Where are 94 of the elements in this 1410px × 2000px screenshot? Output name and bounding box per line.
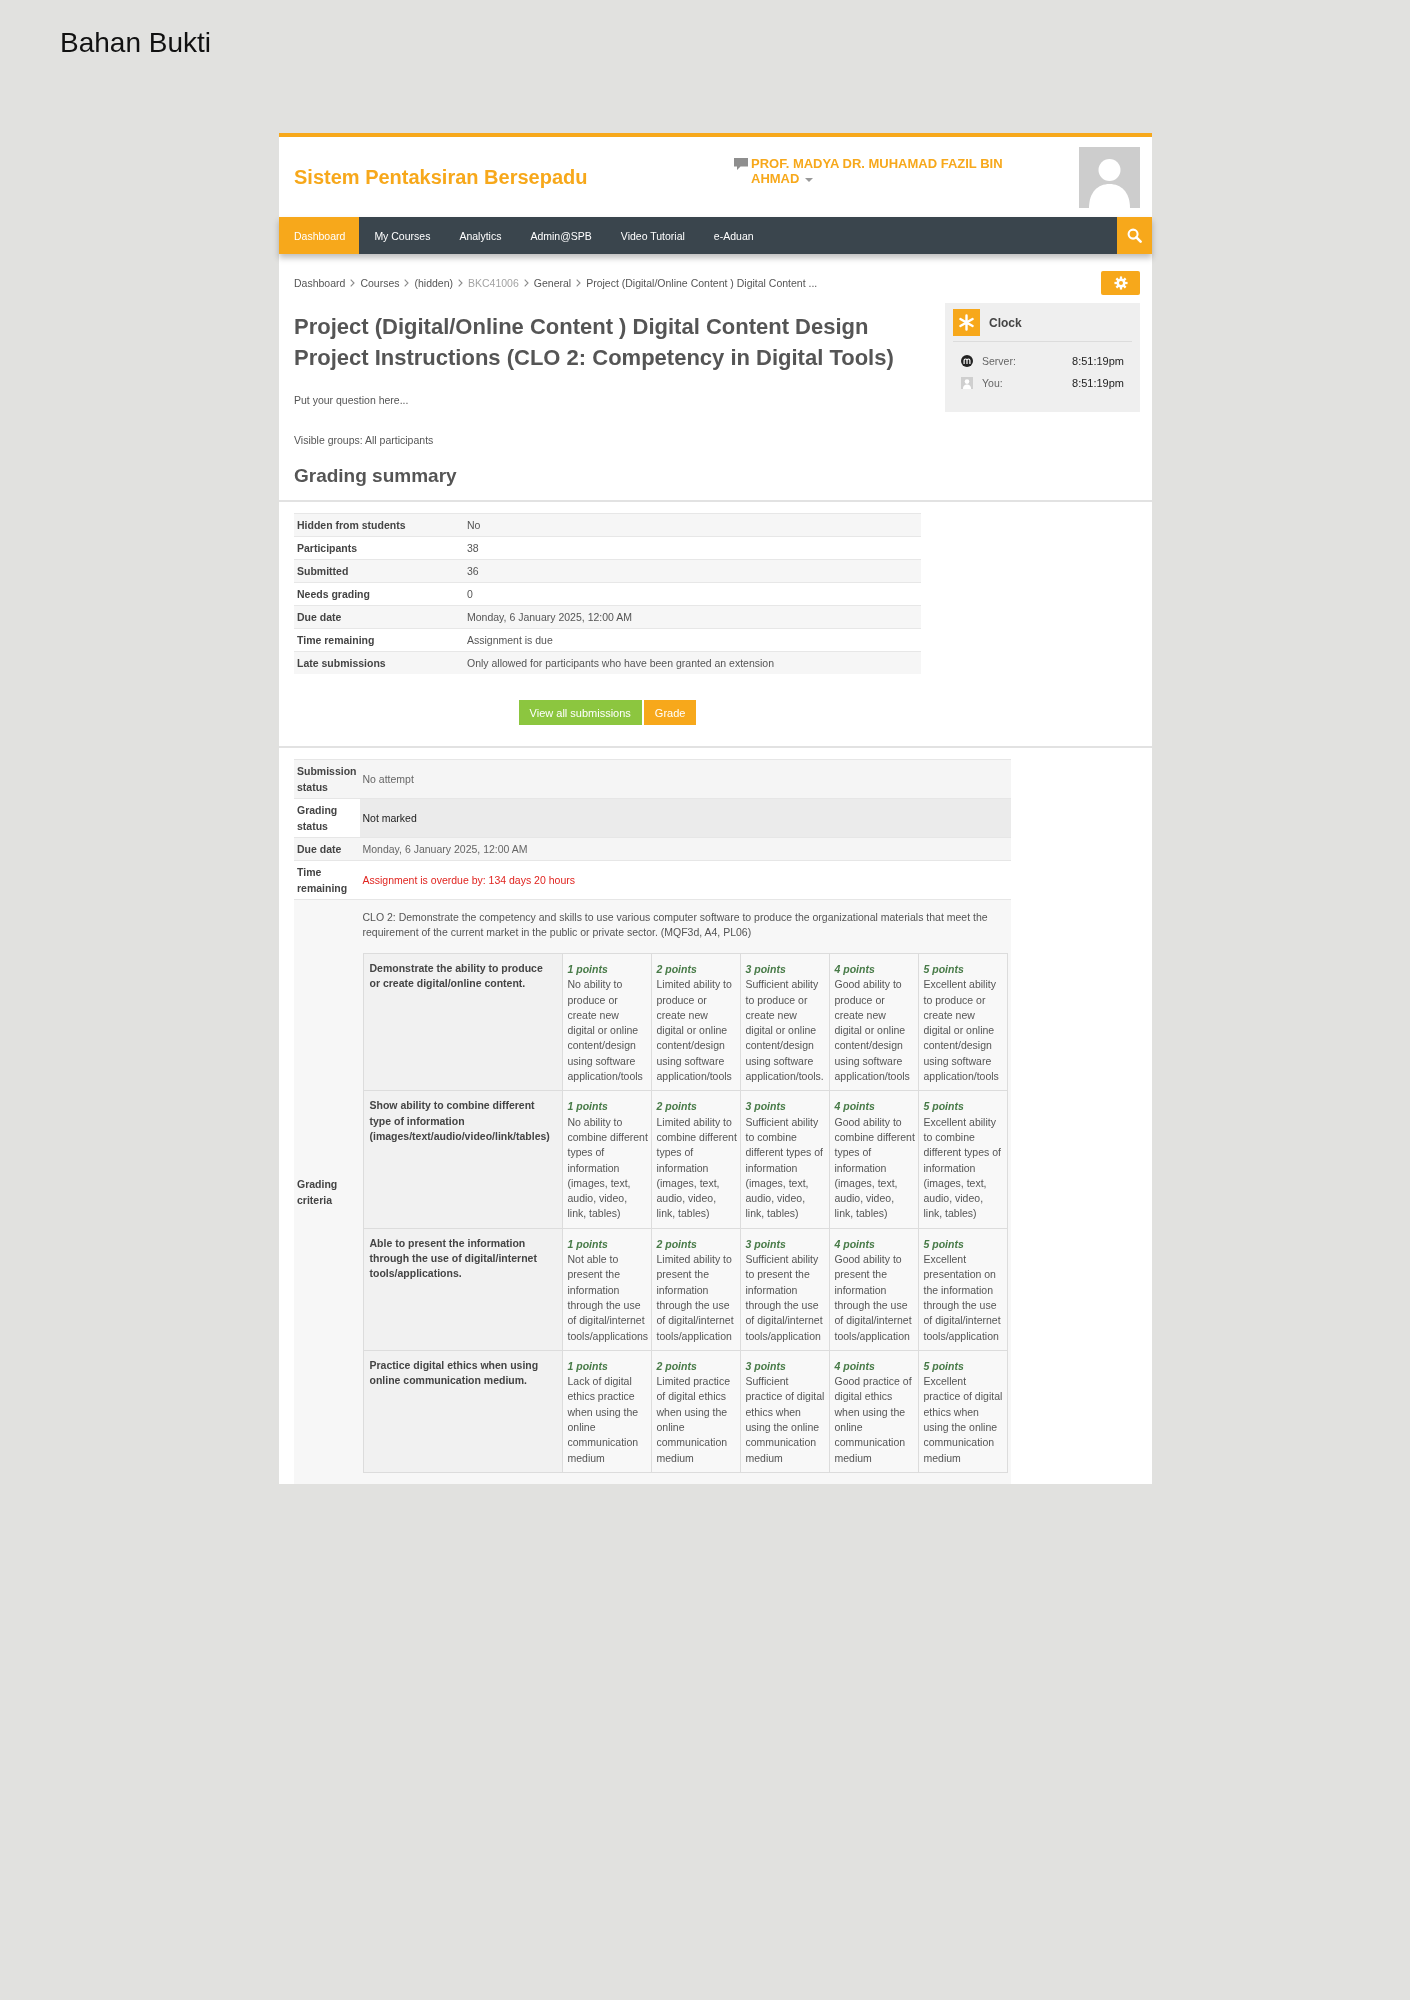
row-label: Submitted [294,559,464,583]
level-definition: Excellent presentation on the information through the use of digital/internet tools/application [923,1252,1002,1344]
nav-tab[interactable]: Admin@SPB [515,217,606,254]
clock-time: 8:51:19pm [1072,377,1124,389]
speech-bubble-icon[interactable] [734,158,748,170]
level-definition: Sufficient ability to combine different types of information (images, text, audio, video, link, tables) [745,1114,824,1222]
score-label: 4 points [834,962,876,977]
chevron-right-icon [404,279,410,287]
criterion-cell: Demonstrate the ability to produce or create digital/online content. [363,953,562,1091]
row-label: Late submissions [294,651,464,674]
breadcrumb-link[interactable]: Project (Digital/Online Content ) Digital Content ... [586,277,818,289]
score-label: 5 points [923,962,965,977]
score-label: 5 points [923,1358,965,1374]
question-text: Put your question here... [294,393,410,408]
chevron-right-icon [523,279,529,287]
score-label: 3 points [745,1099,787,1115]
level-definition: Limited ability to present the information through the use of digital/internet tools/application [656,1252,735,1344]
search-button[interactable] [1117,217,1152,254]
nav-tab[interactable]: Video Tutorial [605,217,699,254]
level-definition: Good ability to combine different types of information (images, text, audio, video, link, tables) [834,1114,916,1222]
clock-label: Server: [982,355,1016,367]
score-label: 3 points [745,1236,787,1252]
score-label: 1 points [567,1236,609,1252]
score-label: 5 points [923,1099,965,1115]
block-title: Clock [989,315,1022,330]
level-definition: Good practice of digital ethics when using the online communication medium [834,1374,913,1466]
row-label: Due date [294,605,464,629]
caret-icon [805,177,814,182]
level-definition: Excellent ability to combine different types of information (images, text, audio, video, link, tables) [923,1114,1002,1222]
level-definition: Limited ability to produce or create new digital or online content/design using software application/tools [656,977,733,1085]
table-cell: No [464,513,921,537]
level-definition: Limited ability to combine different types of information (images, text, audio, video, link, tables) [656,1114,738,1222]
breadcrumb-link[interactable]: General [533,277,572,289]
score-label: 1 points [567,1358,609,1374]
level-definition: Sufficient practice of digital ethics when using the online communication medium [745,1374,826,1466]
level-definition: No ability to produce or create new digital or online content/design using software application/tools [567,977,644,1085]
level-definition: Not able to present the information through the use of digital/internet tools/applications [567,1252,649,1344]
level-definition: Limited practice of digital ethics when using the online communication medium [656,1374,732,1466]
level-definition: Good ability to produce or create new digital or online content/design using software application/tools [834,977,911,1085]
level-definition: Excellent practice of digital ethics when using the online communication medium [923,1374,1004,1466]
search-icon [1127,228,1142,243]
score-label: 5 points [923,1236,965,1252]
score-label: 2 points [656,962,698,977]
avatar-icon[interactable] [1079,147,1140,208]
breadcrumb-link[interactable]: (hidden) [414,277,453,289]
table-cell: Only allowed for participants who have been granted an extension [464,651,921,674]
level-definition: Sufficient ability to produce or create new digital or online content/design using software application/tools. [745,977,825,1085]
row-label: Grading criteria [294,899,360,1484]
score-label: 1 points [567,1099,609,1115]
table-cell: Not marked [359,798,1011,838]
table-cell: No attempt [359,759,1011,799]
settings-button[interactable] [1101,271,1140,295]
user-icon [961,377,973,389]
table-cell: Monday, 6 January 2025, 12:00 AM [464,605,921,629]
nav-tab[interactable]: Analytics [444,217,516,254]
breadcrumb-link[interactable]: Dashboard [294,277,346,289]
visible-groups-text: Visible groups: All participants [294,433,435,448]
score-label: 3 points [745,1358,787,1374]
score-label: 2 points [656,1099,698,1115]
chevron-right-icon [350,279,356,287]
rubric-description: CLO 2: Demonstrate the competency and skills to use various computer software to produce the organizational materials that meet the requirement of the current market in the public or private sector. (MQF3d, A4, PL06) [362,910,989,940]
criterion-cell: Able to present the information through the use of digital/internet tools/applications. [363,1228,562,1351]
level-definition: Sufficient ability to present the information through the use of digital/internet tools/application [745,1252,824,1344]
score-label: 4 points [834,1236,876,1252]
breadcrumb-link[interactable]: Courses [360,277,400,289]
row-label: Hidden from students [294,513,464,537]
page-title: Project (Digital/Online Content ) Digital Content Design Project Instructions (CLO 2: Competency in Digital Tools) [294,313,895,372]
chevron-right-icon [576,279,582,287]
document-title: Bahan Bukti [60,27,211,59]
level-definition: Good ability to present the information through the use of digital/internet tools/application [834,1252,913,1344]
section-title: Grading summary [294,464,458,488]
level-definition: Excellent ability to produce or create new digital or online content/design using software application/tools [923,977,1000,1085]
score-label: 1 points [567,962,609,977]
table-cell: Monday, 6 January 2025, 12:00 AM [359,837,1011,861]
score-label: 4 points [834,1099,876,1115]
settings-icon [1113,276,1128,290]
clock-label: You: [982,377,1003,389]
clock-time: 8:51:19pm [1072,355,1124,367]
chevron-right-icon [458,279,463,287]
row-label: Submission status [294,759,360,799]
score-label: 4 points [834,1358,876,1374]
score-label: 2 points [656,1358,698,1374]
asterisk-icon [953,309,980,336]
row-label: Due date [294,837,360,861]
criterion-cell: Practice digital ethics when using online communication medium. [363,1350,562,1473]
logo-icon [961,355,973,367]
score-label: 3 points [745,962,787,977]
level-definition: Lack of digital ethics practice when using the online communication medium [567,1374,640,1466]
table-cell: 36 [464,559,921,583]
level-definition: No ability to combine different types of information (images, text, audio, video, link, tables) [567,1114,649,1222]
nav-tab[interactable]: e-Aduan [698,217,768,254]
score-label: 2 points [656,1236,698,1252]
criterion-cell: Show ability to combine different type of information (images/text/audio/video/link/tables) [363,1090,562,1229]
nav-tab[interactable]: My Courses [359,217,445,254]
